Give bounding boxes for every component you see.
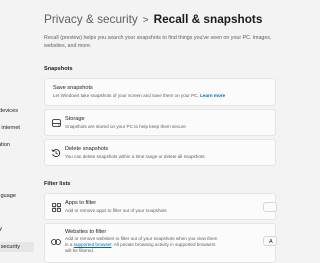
sidebar-item-label: ation bbox=[0, 142, 10, 148]
page-description: Recall (preview) helps you search your s… bbox=[44, 35, 272, 49]
save-snapshots-title: Save snapshots bbox=[53, 85, 93, 91]
sidebar-item-personalization[interactable]: ation bbox=[0, 141, 34, 150]
websites-to-filter-description-line-3: will be filtered. bbox=[65, 248, 95, 253]
sidebar-item-privacy-security[interactable]: security bbox=[0, 242, 34, 252]
sidebar-item-label: y bbox=[0, 226, 2, 232]
add-website-button[interactable]: A bbox=[263, 236, 277, 246]
breadcrumb: Privacy & security > Recall & snapshots bbox=[44, 12, 262, 26]
sidebar-item-devices[interactable]: & devices bbox=[0, 107, 34, 116]
websites-to-filter-card[interactable]: Websites to filter Add or remove website… bbox=[44, 223, 277, 263]
save-snapshots-description: Let Windows take snapshots of your scree… bbox=[53, 93, 226, 98]
sidebar-item-label: internet bbox=[1, 125, 20, 131]
main-content: Privacy & security > Recall & snapshots Re… bbox=[38, 0, 277, 263]
sidebar-item-label: guage bbox=[0, 193, 16, 199]
delete-history-icon bbox=[51, 148, 61, 158]
apps-to-filter-title: Apps to filter bbox=[65, 200, 97, 206]
apps-to-filter-card[interactable]: Apps to filter Add or remove apps to fil… bbox=[44, 193, 277, 220]
sidebar-item-label: & devices bbox=[0, 108, 18, 114]
supported-browser-link[interactable]: supported browser bbox=[74, 242, 112, 247]
apps-grid-icon bbox=[51, 202, 61, 212]
sidebar-item-label: security bbox=[0, 244, 20, 250]
save-snapshots-card[interactable]: Save snapshots Let Windows take snapshot… bbox=[44, 78, 276, 106]
storage-card[interactable]: Storage Snapshots are stored on your PC … bbox=[44, 109, 276, 136]
storage-title: Storage bbox=[65, 116, 85, 122]
sidebar: & devices internet ation guage y securit… bbox=[0, 0, 38, 260]
section-title-snapshots: Snapshots bbox=[44, 66, 73, 72]
websites-to-filter-title: Websites to filter bbox=[65, 229, 107, 235]
add-app-button[interactable] bbox=[263, 202, 277, 212]
sidebar-item-language[interactable]: guage bbox=[0, 192, 34, 201]
section-title-filter-lists: Filter lists bbox=[44, 181, 71, 187]
add-website-button-label: A bbox=[269, 239, 273, 245]
breadcrumb-parent[interactable]: Privacy & security bbox=[44, 12, 138, 26]
delete-snapshots-card[interactable]: Delete snapshots You can delete snapshot… bbox=[44, 139, 276, 166]
delete-snapshots-description: You can delete snapshots within a time r… bbox=[65, 154, 205, 159]
learn-more-link[interactable]: Learn more bbox=[200, 93, 225, 98]
apps-to-filter-description: Add or remove apps to filter out of your… bbox=[65, 208, 167, 213]
page-title: Recall & snapshots bbox=[153, 12, 263, 26]
link-icon bbox=[51, 237, 61, 247]
storage-description: Snapshots are stored on your PC to help … bbox=[65, 124, 186, 129]
storage-drive-icon bbox=[51, 118, 61, 128]
breadcrumb-separator: > bbox=[142, 15, 149, 26]
sidebar-item-network[interactable]: internet bbox=[0, 124, 34, 133]
delete-snapshots-title: Delete snapshots bbox=[65, 146, 109, 152]
sidebar-item-accessibility[interactable]: y bbox=[0, 225, 34, 234]
